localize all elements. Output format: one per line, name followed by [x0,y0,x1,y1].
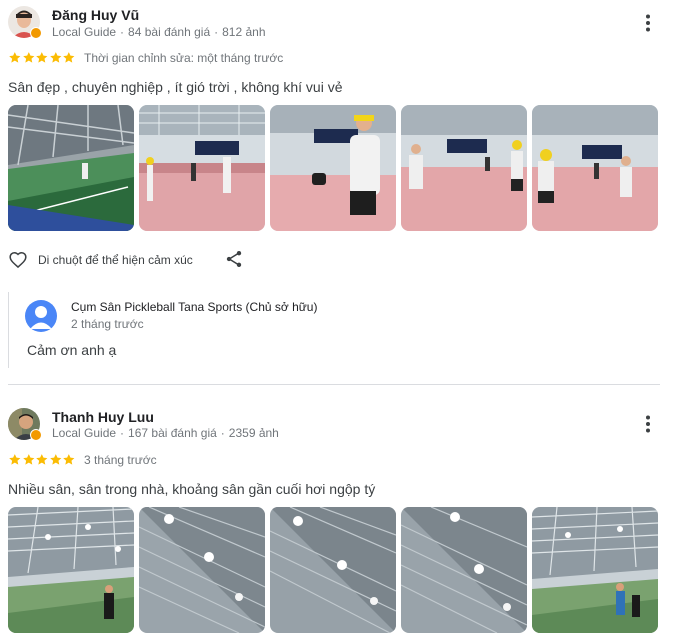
share-icon[interactable] [224,249,244,269]
local-guide-badge-icon [30,429,42,441]
more-options-button[interactable] [636,11,660,35]
review-photo[interactable] [139,105,265,231]
star-rating [8,453,76,466]
review-time: Thời gian chỉnh sửa: một tháng trước [84,51,284,65]
star-icon [63,52,75,63]
photos-count: 2359 ảnh [228,426,279,440]
reviewer-name[interactable]: Đăng Huy Vũ [52,7,139,23]
star-icon [49,52,62,63]
review-photo[interactable] [532,507,658,633]
review-divider [8,384,660,385]
review-card: Thanh Huy Luu Local Guide · 167 bài đánh g… [0,400,678,644]
review-photo[interactable] [8,507,134,633]
star-icon [49,454,62,465]
more-options-button[interactable] [636,412,660,436]
review-time: 3 tháng trước [84,453,157,467]
owner-reply: Cụm Sân Pickleball Tana Sports (Chủ sở h… [8,292,408,368]
star-icon [22,454,34,465]
review-actions: Di chuột để thể hiện cảm xúc [8,248,248,272]
local-guide-badge-icon [30,27,42,39]
star-icon [36,52,48,63]
owner-name: Cụm Sân Pickleball Tana Sports (Chủ sở h… [71,300,318,314]
review-text: Sân đẹp , chuyên nghiệp , ít gió trời , … [8,79,343,95]
review-text: Nhiều sân, sân trong nhà, khoảng sân gần… [8,481,376,497]
reaction-hint: Di chuột để thể hiện cảm xúc [38,253,193,267]
review-photo[interactable] [8,105,134,231]
review-photos [8,105,658,231]
person-icon [30,306,52,329]
star-icon [22,52,34,63]
review-photos [8,507,658,633]
review-photo[interactable] [270,507,396,633]
star-icon [9,52,21,63]
reviews-count: 167 bài đánh giá [128,426,217,440]
star-icon [9,454,21,465]
heart-outline-icon[interactable] [8,250,28,270]
star-icon [63,454,75,465]
star-icon [36,454,48,465]
more-vert-icon [646,14,650,32]
review-photo[interactable] [401,507,527,633]
local-guide-label: Local Guide [52,426,117,440]
reviewer-meta: Local Guide · 167 bài đánh giá · 2359 ảnh [52,426,279,440]
reviewer-meta: Local Guide · 84 bài đánh giá · 812 ảnh [52,25,266,39]
reviewer-name[interactable]: Thanh Huy Luu [52,409,154,425]
review-photo[interactable] [532,105,658,231]
reviews-count: 84 bài đánh giá [128,25,211,39]
owner-reply-time: 2 tháng trước [71,317,144,331]
review-photo[interactable] [401,105,527,231]
local-guide-label: Local Guide [52,25,117,39]
photos-count: 812 ảnh [222,25,266,39]
owner-avatar [25,300,57,332]
review-card: Đăng Huy Vũ Local Guide · 84 bài đánh giá ·… [0,0,678,384]
review-photo[interactable] [139,507,265,633]
owner-reply-text: Cảm ơn anh ạ [27,342,117,358]
star-rating [8,51,76,64]
review-photo[interactable] [270,105,396,231]
more-vert-icon [646,415,650,433]
